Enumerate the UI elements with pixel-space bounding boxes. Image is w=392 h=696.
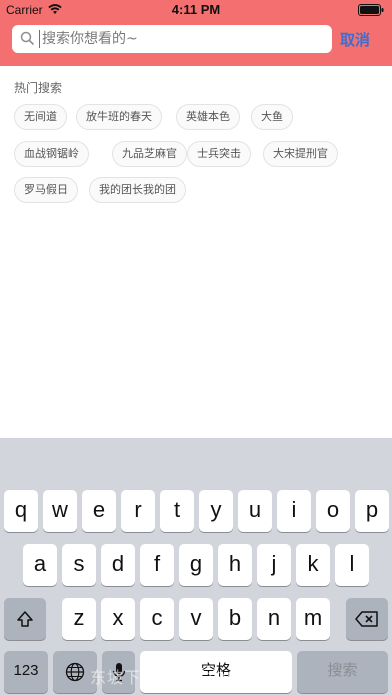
header: Carrier 4:11 PM 取消 — [0, 0, 392, 66]
hot-search-tag[interactable]: 九品芝麻官 — [112, 141, 187, 167]
battery-icon — [358, 4, 384, 16]
clock: 4:11 PM — [171, 2, 221, 17]
key-g[interactable]: g — [179, 544, 213, 586]
globe-icon — [65, 662, 85, 682]
key-e[interactable]: e — [82, 490, 116, 532]
cancel-button[interactable]: 取消 — [340, 29, 370, 50]
key-p[interactable]: p — [355, 490, 389, 532]
hot-search-tag[interactable]: 罗马假日 — [14, 177, 78, 203]
key-x[interactable]: x — [101, 598, 135, 640]
hot-search-tag[interactable]: 英雄本色 — [176, 104, 240, 130]
search-box[interactable] — [12, 25, 332, 53]
key-z[interactable]: z — [62, 598, 96, 640]
search-key[interactable]: 搜索 — [297, 651, 388, 693]
hot-search-title: 热门搜索 — [14, 81, 63, 95]
hot-search-tag[interactable]: 无间道 — [14, 104, 67, 130]
search-icon — [20, 31, 34, 45]
key-r[interactable]: r — [121, 490, 155, 532]
key-b[interactable]: b — [218, 598, 252, 640]
hot-search-tag[interactable]: 大鱼 — [251, 104, 293, 130]
key-w[interactable]: w — [43, 490, 77, 532]
hot-search-tag[interactable]: 大宋提刑官 — [263, 141, 338, 167]
key-q[interactable]: q — [4, 490, 38, 532]
key-l[interactable]: l — [335, 544, 369, 586]
hot-search-tag[interactable]: 放牛班的春天 — [76, 104, 162, 130]
shift-key[interactable] — [4, 598, 46, 640]
key-j[interactable]: j — [257, 544, 291, 586]
key-m[interactable]: m — [296, 598, 330, 640]
key-s[interactable]: s — [62, 544, 96, 586]
watermark: 东坡下载 • NEOQH.COM — [90, 670, 285, 687]
numbers-key[interactable]: 123 — [4, 651, 48, 693]
key-c[interactable]: c — [140, 598, 174, 640]
key-t[interactable]: t — [160, 490, 194, 532]
hot-search-tag[interactable]: 血战钢锯岭 — [14, 141, 89, 167]
key-i[interactable]: i — [277, 490, 311, 532]
text-caret — [39, 30, 40, 48]
search-input[interactable] — [42, 25, 322, 53]
key-u[interactable]: u — [238, 490, 272, 532]
hot-search-tag[interactable]: 士兵突击 — [187, 141, 251, 167]
key-h[interactable]: h — [218, 544, 252, 586]
hot-search-tag[interactable]: 我的团长我的团 — [89, 177, 186, 203]
key-a[interactable]: a — [23, 544, 57, 586]
shift-icon — [17, 611, 33, 627]
delete-icon — [355, 611, 378, 627]
delete-key[interactable] — [346, 598, 388, 640]
key-v[interactable]: v — [179, 598, 213, 640]
key-k[interactable]: k — [296, 544, 330, 586]
status-bar: Carrier 4:11 PM — [0, 0, 392, 20]
key-o[interactable]: o — [316, 490, 350, 532]
key-f[interactable]: f — [140, 544, 174, 586]
key-n[interactable]: n — [257, 598, 291, 640]
keyboard: q w e r t y u i o p a s d f g h j k l z … — [0, 438, 392, 696]
key-y[interactable]: y — [199, 490, 233, 532]
key-d[interactable]: d — [101, 544, 135, 586]
